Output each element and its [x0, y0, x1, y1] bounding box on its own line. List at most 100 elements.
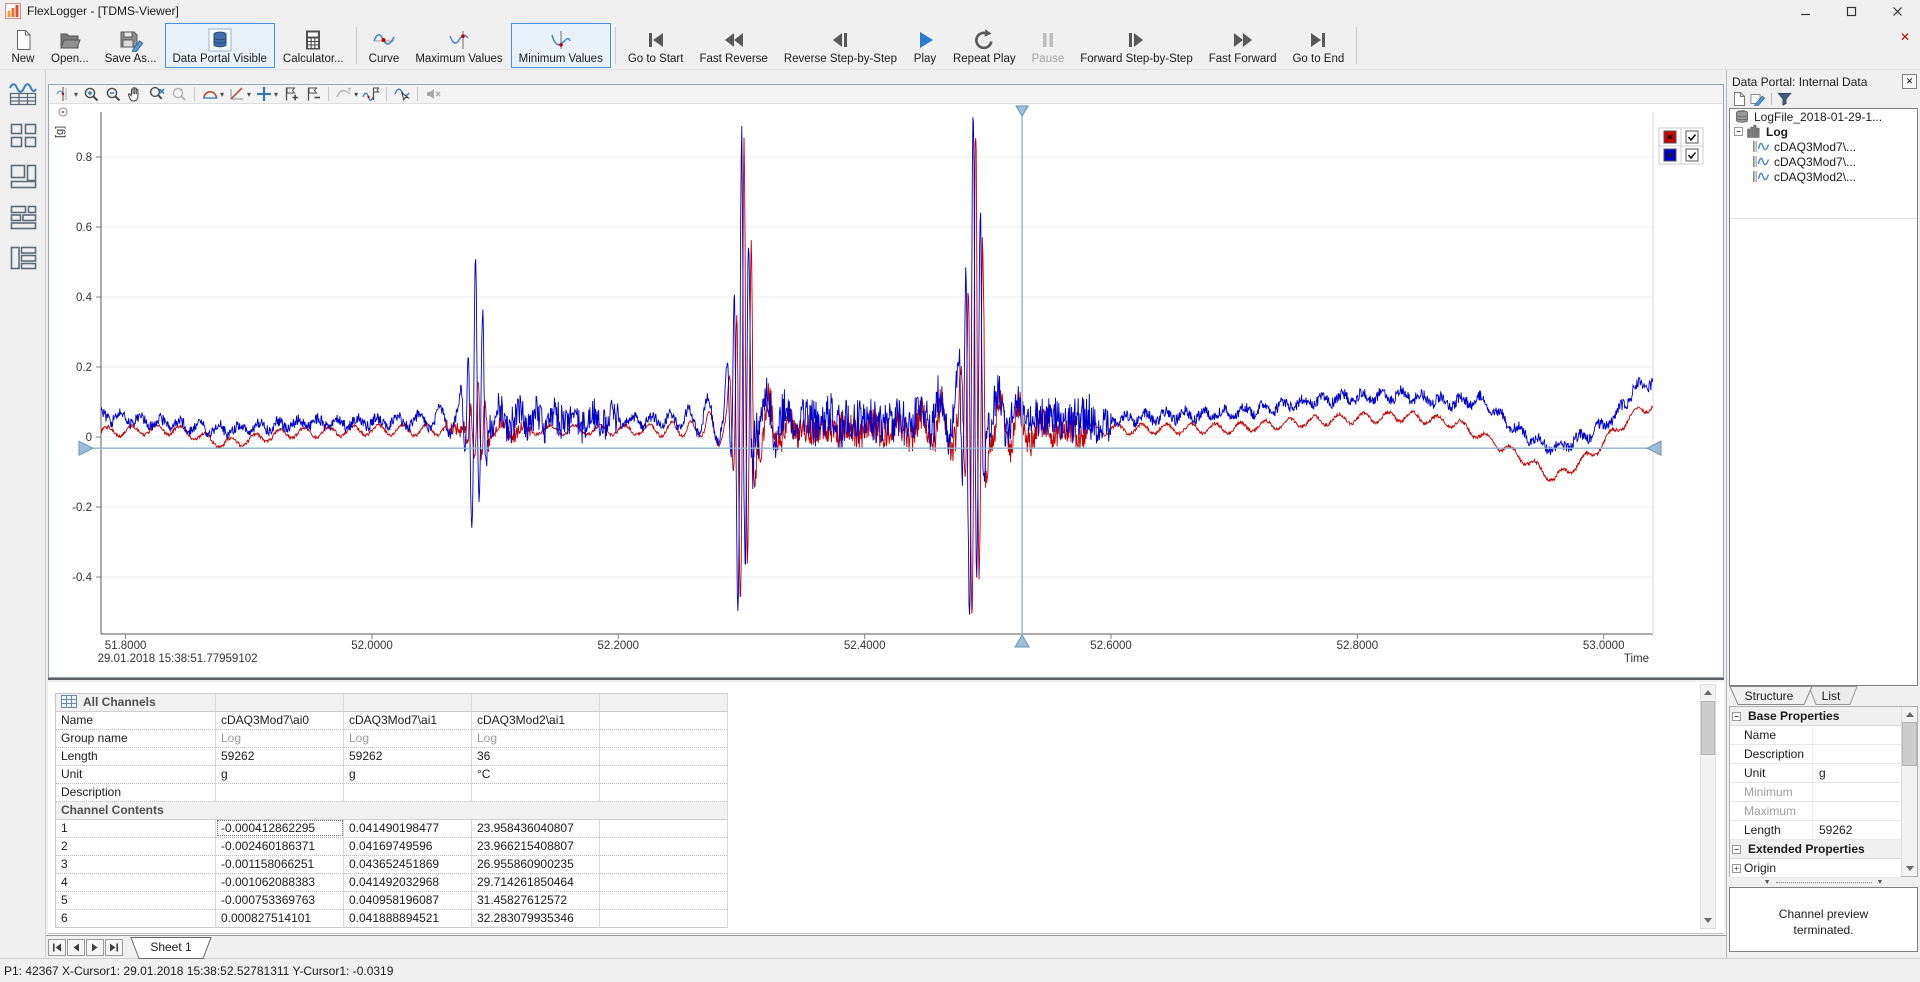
- x-cursor-top-handle[interactable]: [1016, 106, 1028, 116]
- table-scroll-thumb[interactable]: [1701, 701, 1715, 755]
- toolbar-button-fast-reverse[interactable]: Fast Reverse: [691, 23, 775, 68]
- first-sheet-button[interactable]: [48, 939, 66, 956]
- close-document-button[interactable]: ✕: [1900, 30, 1910, 44]
- expand-icon[interactable]: +: [1732, 864, 1741, 873]
- minimize-button[interactable]: [1782, 0, 1828, 22]
- toolbar-button-forward-step-by-step[interactable]: Forward Step-by-Step: [1072, 23, 1201, 68]
- toolbar-button-open[interactable]: Open...: [43, 23, 97, 68]
- property-maximum[interactable]: Maximum: [1730, 802, 1901, 821]
- property-value[interactable]: [1812, 783, 1901, 801]
- toolbar-button-repeat-play[interactable]: Repeat Play: [945, 23, 1024, 68]
- property-length[interactable]: Length59262: [1730, 821, 1901, 840]
- toolbar-button-maximum-values[interactable]: Maximum Values: [407, 23, 510, 68]
- property-value[interactable]: [1812, 745, 1901, 763]
- tree-item-cdaq3mod2-4[interactable]: cDAQ3Mod2\...: [1730, 169, 1917, 184]
- tab-structure[interactable]: Structure: [1745, 689, 1794, 703]
- properties-scroll-up-button[interactable]: [1902, 707, 1917, 722]
- chart-tool-audio-mute-button[interactable]: [422, 85, 444, 103]
- table-row[interactable]: 60.0008275141010.04188889452132.28307993…: [56, 909, 728, 927]
- legend-checkbox-cdaq3mod7-ai1[interactable]: [1686, 149, 1698, 161]
- maximize-button[interactable]: [1828, 0, 1874, 22]
- chart-tool-zoom-out-button[interactable]: [102, 85, 124, 103]
- property-description[interactable]: Description: [1730, 745, 1901, 764]
- toolbar-button-go-to-start[interactable]: Go to Start: [620, 23, 692, 68]
- toolbar-button-calculator[interactable]: Calculator...: [275, 23, 352, 68]
- chart-tool-scale-axes-button[interactable]: ▾: [226, 85, 253, 103]
- property-unit[interactable]: Unitg: [1730, 764, 1901, 783]
- chart-tool-zoom-off-button[interactable]: [146, 85, 168, 103]
- x-cursor-bottom-handle[interactable]: [1015, 635, 1029, 647]
- properties-scroll-down-button[interactable]: [1902, 861, 1917, 876]
- chart-tool-add-flag-button[interactable]: [280, 85, 302, 103]
- tree-item-log-1[interactable]: −Log: [1730, 124, 1917, 139]
- properties-preview-splitter[interactable]: ▼ ▼: [1727, 877, 1920, 887]
- chart-tool-flag-curve-button[interactable]: [360, 85, 382, 103]
- property-origin[interactable]: +Origin: [1730, 859, 1901, 878]
- toolbar-button-pause[interactable]: Pause: [1024, 23, 1073, 68]
- chart-tool-zoom-in-button[interactable]: [80, 85, 102, 103]
- table-row[interactable]: 4-0.0010620883830.04149203296829.7142618…: [56, 873, 728, 891]
- tree-expander-icon[interactable]: −: [1734, 127, 1743, 136]
- property-value[interactable]: g: [1812, 764, 1901, 782]
- layout-button-view-rows[interactable]: [7, 202, 39, 232]
- chart-area[interactable]: 0.80.60.40.20-0.2-0.451.800052.000052.20…: [49, 104, 1723, 677]
- collapse-icon[interactable]: −: [1732, 845, 1741, 854]
- toolbar-button-curve[interactable]: Curve: [361, 23, 408, 68]
- y-cursor-right-handle[interactable]: [1647, 441, 1661, 455]
- tree-item-logfile-2018-01-29-1-0[interactable]: LogFile_2018-01-29-1...: [1730, 109, 1917, 124]
- tree-item-cdaq3mod7-3[interactable]: cDAQ3Mod7\...: [1730, 154, 1917, 169]
- toolbar-button-data-portal-visible[interactable]: Data Portal Visible: [165, 23, 275, 68]
- table-row[interactable]: 3-0.0011580662510.04365245186926.9558609…: [56, 855, 728, 873]
- table-row-unit[interactable]: Unitgg°C: [56, 765, 728, 783]
- portal-edit-icon[interactable]: [1750, 91, 1766, 106]
- chart-svg[interactable]: 0.80.60.40.20-0.2-0.451.800052.000052.20…: [49, 104, 1725, 677]
- chart-tool-pan-button[interactable]: [124, 85, 146, 103]
- toolbar-button-go-to-end[interactable]: Go to End: [1284, 23, 1352, 68]
- property-value[interactable]: 59262: [1812, 821, 1901, 839]
- property-group-extended-properties[interactable]: −Extended Properties: [1730, 840, 1901, 859]
- collapse-icon[interactable]: −: [1732, 712, 1741, 721]
- chart-tool-crosshair-cursor-button[interactable]: ▾: [253, 85, 280, 103]
- tab-list[interactable]: List: [1822, 689, 1841, 703]
- layout-button-view-curve-table[interactable]: [7, 79, 39, 109]
- table-row-length[interactable]: Length592625926236: [56, 747, 728, 765]
- chart-table-splitter[interactable]: [48, 678, 1724, 680]
- tab-sheet-1[interactable]: Sheet 1: [129, 937, 213, 959]
- close-button[interactable]: [1874, 0, 1920, 22]
- portal-new-icon[interactable]: [1732, 92, 1745, 106]
- table-row-group-name[interactable]: Group nameLogLogLog: [56, 729, 728, 747]
- table-row-name[interactable]: NamecDAQ3Mod7\ai0cDAQ3Mod7\ai1cDAQ3Mod2\…: [56, 711, 728, 729]
- table-scrollbar[interactable]: [1700, 684, 1716, 929]
- chart-tool-curve-transform-button[interactable]: ▾: [333, 85, 360, 103]
- property-group-base-properties[interactable]: −Base Properties: [1730, 707, 1901, 726]
- next-sheet-button[interactable]: [86, 939, 104, 956]
- table-scroll-down-button[interactable]: [1701, 913, 1715, 928]
- layout-button-view-list[interactable]: [7, 243, 39, 273]
- chart-tool-remove-flag-button[interactable]: [302, 85, 324, 103]
- toolbar-button-play[interactable]: Play: [905, 23, 945, 68]
- table-row[interactable]: 1-0.0004128622950.04149019847723.9584360…: [56, 819, 728, 837]
- table-row[interactable]: 2-0.0024601863710.0416974959623.96621540…: [56, 837, 728, 855]
- layout-button-view-mixed[interactable]: [7, 161, 39, 191]
- toolbar-button-fast-forward[interactable]: Fast Forward: [1201, 23, 1285, 68]
- data-portal-close-button[interactable]: ✕: [1902, 74, 1917, 89]
- property-minimum[interactable]: Minimum: [1730, 783, 1901, 802]
- properties-scrollbar[interactable]: [1901, 707, 1917, 876]
- last-sheet-button[interactable]: [105, 939, 123, 956]
- property-value[interactable]: [1812, 726, 1901, 744]
- table-row-description[interactable]: Description: [56, 783, 728, 801]
- legend-checkbox-cdaq3mod7-ai0[interactable]: [1686, 131, 1698, 143]
- chart-tool-ellipse-cursor-button[interactable]: ▾: [199, 85, 226, 103]
- table-row[interactable]: 5-0.0007533697630.04095819608731.4582761…: [56, 891, 728, 909]
- chart-tool-curve-pointer-button[interactable]: [391, 85, 413, 103]
- properties-scroll-thumb[interactable]: [1902, 722, 1917, 766]
- chart-tool-zoom-undo-button[interactable]: [168, 85, 190, 103]
- table-scroll-up-button[interactable]: [1701, 685, 1715, 700]
- toolbar-button-reverse-step-by-step[interactable]: Reverse Step-by-Step: [776, 23, 905, 68]
- toolbar-button-minimum-values[interactable]: Minimum Values: [511, 23, 611, 68]
- property-value[interactable]: [1812, 802, 1901, 820]
- portal-filter-icon[interactable]: [1777, 92, 1792, 106]
- chart-tool-band-cursor-button[interactable]: ▾: [53, 85, 80, 103]
- layout-button-view-quad[interactable]: [7, 120, 39, 150]
- toolbar-button-new[interactable]: New: [3, 23, 43, 68]
